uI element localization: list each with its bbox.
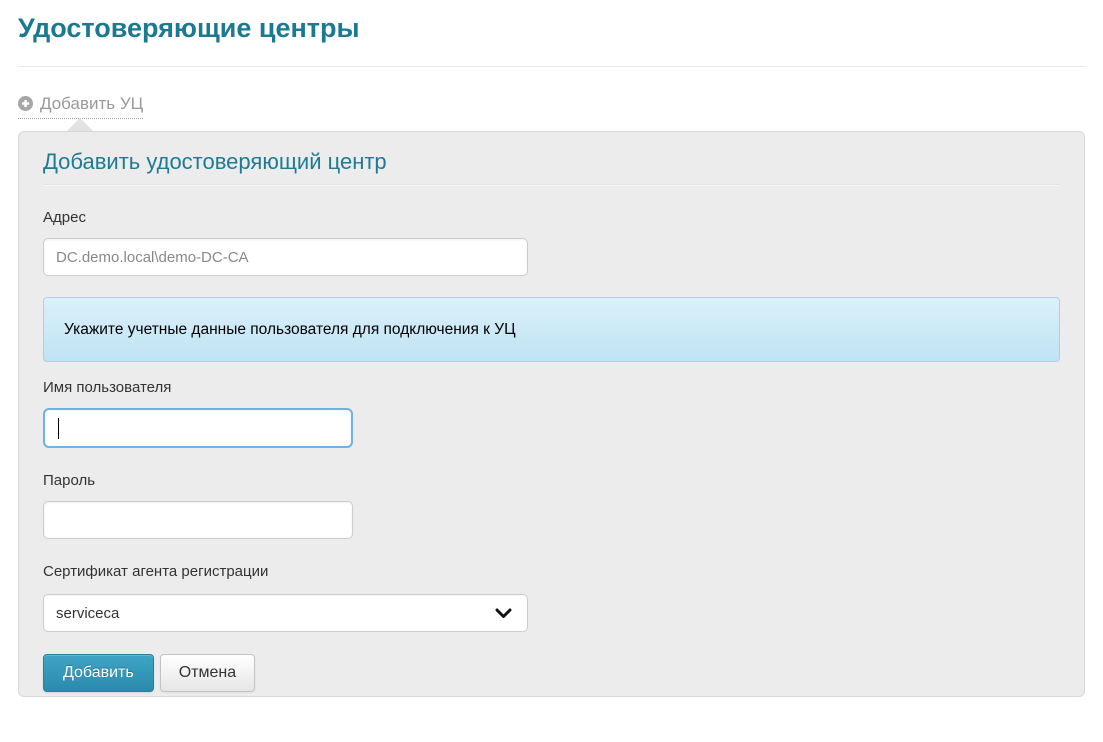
- agent-cert-form-group: Сертификат агента регистрации serviceca: [43, 563, 1060, 632]
- password-label: Пароль: [43, 472, 1060, 490]
- cancel-button[interactable]: Отмена: [160, 654, 255, 692]
- panel-title: Добавить удостоверяющий центр: [43, 148, 1060, 185]
- panel-caret: [67, 118, 93, 131]
- page: Удостоверяющие центры Добавить УЦ Добави…: [0, 12, 1103, 697]
- info-message-box: Укажите учетные данные пользователя для …: [43, 297, 1060, 362]
- chevron-down-icon: [495, 608, 512, 619]
- agent-cert-label: Сертификат агента регистрации: [43, 563, 1060, 581]
- info-message-text: Укажите учетные данные пользователя для …: [64, 321, 516, 339]
- password-input[interactable]: [43, 501, 353, 539]
- username-label: Имя пользователя: [43, 379, 1060, 397]
- username-form-group: Имя пользователя: [43, 379, 1060, 448]
- password-form-group: Пароль: [43, 472, 1060, 539]
- page-title: Удостоверяющие центры: [18, 12, 1085, 44]
- header-divider: [18, 66, 1085, 67]
- username-input[interactable]: [43, 408, 353, 448]
- add-button[interactable]: Добавить: [43, 654, 154, 692]
- text-cursor: [58, 418, 59, 439]
- button-row: Добавить Отмена: [43, 654, 1060, 692]
- agent-cert-select[interactable]: serviceca: [43, 594, 528, 632]
- address-label: Адрес: [43, 209, 1060, 227]
- plus-circle-icon: [18, 96, 33, 111]
- add-ca-panel: Добавить удостоверяющий центр Адрес Укаж…: [18, 131, 1085, 697]
- add-ca-panel-wrap: Добавить удостоверяющий центр Адрес Укаж…: [18, 131, 1085, 697]
- address-form-group: Адрес: [43, 209, 1060, 276]
- agent-cert-selected-value: serviceca: [56, 605, 119, 622]
- add-ca-link[interactable]: Добавить УЦ: [18, 93, 143, 119]
- address-input[interactable]: [43, 238, 528, 276]
- add-ca-link-label: Добавить УЦ: [40, 94, 143, 113]
